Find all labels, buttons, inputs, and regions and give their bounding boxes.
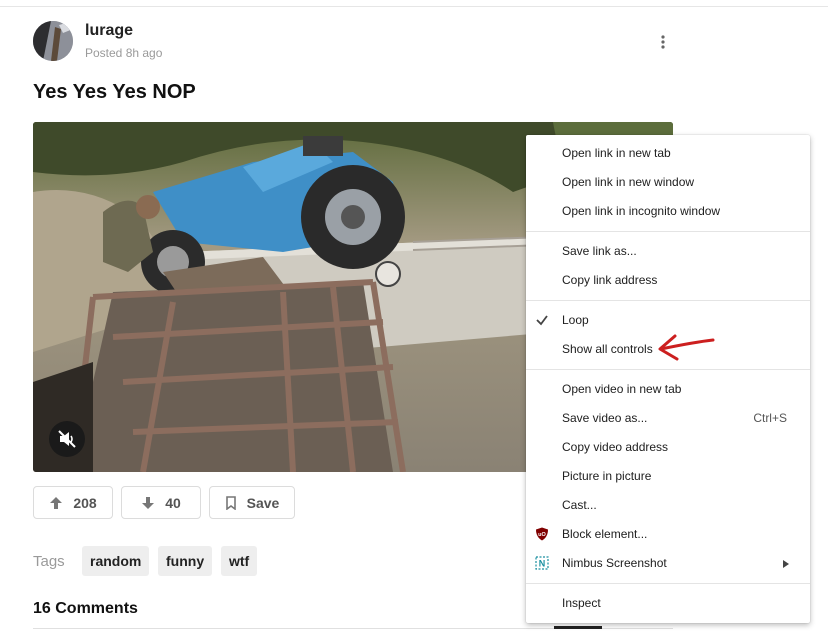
tags-label: Tags: [33, 553, 65, 570]
svg-text:N: N: [539, 559, 546, 569]
save-label: Save: [246, 494, 280, 511]
tag-wtf[interactable]: wtf: [221, 546, 258, 576]
arrow-down-icon: [142, 496, 155, 509]
avatar-image: [33, 21, 73, 61]
context-menu: Open link in new tab Open link in new wi…: [526, 135, 810, 623]
save-button[interactable]: Save: [209, 486, 295, 519]
mute-icon[interactable]: [49, 421, 85, 457]
menu-item-shortcut: Ctrl+S: [753, 411, 787, 425]
menu-separator: [526, 300, 810, 301]
menu-item-label: Copy link address: [562, 273, 658, 287]
avatar[interactable]: [33, 21, 73, 61]
menu-item-nimbus-screenshot[interactable]: N Nimbus Screenshot: [526, 549, 810, 578]
submenu-arrow-icon: [783, 560, 789, 568]
upvote-count: 208: [73, 494, 97, 511]
arrow-up-icon: [50, 496, 63, 509]
more-options-icon[interactable]: [655, 33, 671, 51]
menu-item-label: Open video in new tab: [562, 382, 682, 396]
menu-item-label: Loop: [562, 313, 589, 327]
checkmark-icon: [536, 315, 548, 326]
menu-item-picture-in-picture[interactable]: Picture in picture: [526, 462, 810, 491]
menu-item-open-link-incognito[interactable]: Open link in incognito window: [526, 197, 810, 226]
menu-item-copy-video-address[interactable]: Copy video address: [526, 433, 810, 462]
upvote-button[interactable]: 208: [33, 486, 113, 519]
tag-random[interactable]: random: [82, 546, 150, 576]
menu-item-open-link-new-window[interactable]: Open link in new window: [526, 168, 810, 197]
menu-item-label: Open link in new window: [562, 175, 695, 189]
menu-item-label: Open link in incognito window: [562, 204, 721, 218]
menu-item-block-element[interactable]: uO Block element...: [526, 520, 810, 549]
svg-text:uO: uO: [538, 532, 546, 538]
downvote-button[interactable]: 40: [121, 486, 201, 519]
menu-item-cast[interactable]: Cast...: [526, 491, 810, 520]
menu-item-label: Nimbus Screenshot: [562, 556, 667, 570]
menu-item-label: Picture in picture: [562, 469, 652, 483]
ublock-shield-icon: uO: [536, 527, 548, 541]
menu-item-copy-link-address[interactable]: Copy link address: [526, 266, 810, 295]
menu-item-inspect[interactable]: Inspect: [526, 589, 810, 618]
top-divider: [0, 6, 828, 7]
nimbus-icon: N: [535, 556, 549, 570]
post-username[interactable]: lurage: [85, 22, 133, 40]
menu-item-label: Save video as...: [562, 411, 648, 425]
menu-item-label: Cast...: [562, 498, 597, 512]
menu-item-open-video-new-tab[interactable]: Open video in new tab: [526, 375, 810, 404]
menu-separator: [526, 583, 810, 584]
comments-heading: 16 Comments: [33, 600, 138, 617]
menu-item-save-link-as[interactable]: Save link as...: [526, 237, 810, 266]
tag-funny[interactable]: funny: [158, 546, 213, 576]
menu-item-label: Copy video address: [562, 440, 669, 454]
menu-separator: [526, 231, 810, 232]
menu-item-label: Save link as...: [562, 244, 637, 258]
menu-item-open-link-new-tab[interactable]: Open link in new tab: [526, 139, 810, 168]
menu-item-label: Block element...: [562, 527, 648, 541]
menu-item-label: Open link in new tab: [562, 146, 671, 160]
post-title: Yes Yes Yes NOP: [33, 81, 196, 103]
bookmark-icon: [225, 495, 236, 510]
downvote-count: 40: [165, 494, 181, 511]
comments-tab-indicator: [554, 626, 602, 629]
menu-separator: [526, 369, 810, 370]
menu-item-label: Show all controls: [562, 342, 653, 356]
annotation-arrow-icon: [658, 334, 715, 361]
post-timestamp: Posted 8h ago: [85, 46, 163, 60]
menu-item-save-video-as[interactable]: Save video as... Ctrl+S: [526, 404, 810, 433]
menu-item-label: Inspect: [562, 596, 601, 610]
